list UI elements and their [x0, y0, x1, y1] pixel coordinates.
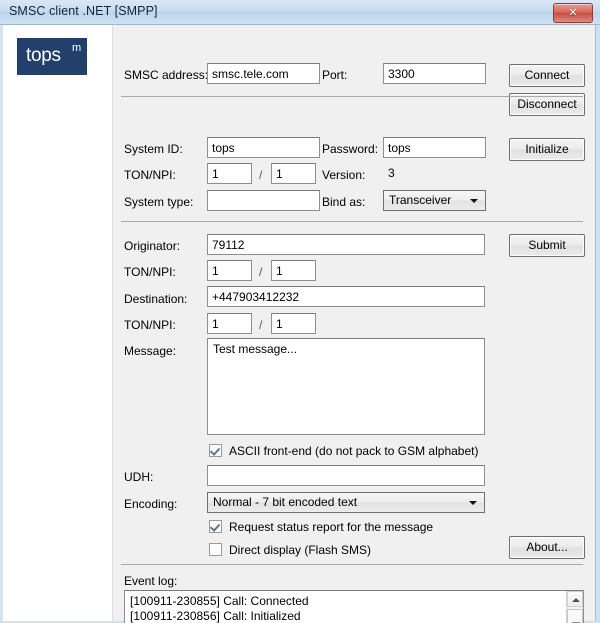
destination-ton-input[interactable]: 1 — [207, 313, 252, 334]
bind-as-label: Bind as: — [322, 195, 366, 209]
scroll-up-arrow-icon[interactable] — [567, 591, 583, 607]
destination-npi-input[interactable]: 1 — [271, 313, 316, 334]
bind-tonnpi-label: TON/NPI: — [124, 168, 176, 182]
originator-ton-input[interactable]: 1 — [207, 260, 252, 281]
window-title: SMSC client .NET [SMPP] — [9, 4, 158, 18]
submit-button[interactable]: Submit — [509, 234, 585, 257]
originator-npi-input[interactable]: 1 — [271, 260, 316, 281]
originator-input[interactable]: 79112 — [207, 234, 485, 255]
about-button[interactable]: About... — [509, 536, 585, 559]
separator-3 — [121, 564, 583, 565]
connect-button[interactable]: Connect — [509, 64, 585, 87]
chevron-down-icon — [470, 199, 478, 203]
chevron-down-icon — [469, 501, 477, 505]
event-log-line: [100911-230855] Call: Connected — [130, 594, 309, 608]
event-log-box[interactable]: [100911-230855] Call: Connected [100911-2… — [124, 590, 584, 623]
version-label: Version: — [322, 168, 366, 182]
event-log-line: [100911-230856] Call: Initialized — [130, 609, 301, 623]
event-log-label: Event log: — [124, 574, 178, 588]
status-report-checkbox[interactable] — [209, 520, 222, 533]
flash-sms-label: Direct display (Flash SMS) — [229, 543, 372, 557]
tops-logo: tops m — [17, 38, 87, 75]
window-frame-right — [596, 25, 600, 623]
bind-tonnpi-separator: / — [259, 168, 263, 182]
separator-1 — [121, 96, 583, 97]
system-id-input[interactable]: tops — [207, 137, 320, 158]
sidebar: tops m SMSC client .NET — [3, 25, 113, 621]
system-id-label: System ID: — [124, 142, 183, 156]
smsc-address-input[interactable]: smsc.tele.com — [207, 63, 320, 84]
ascii-front-end-checkbox[interactable] — [209, 444, 222, 457]
destination-tonnpi-separator: / — [259, 318, 263, 332]
event-log-lines: [100911-230855] Call: Connected [100911-2… — [125, 594, 565, 623]
message-textarea[interactable]: Test message... — [207, 338, 485, 435]
title-bar: SMSC client .NET [SMPP] ✕ — [0, 0, 600, 25]
password-label: Password: — [322, 142, 379, 156]
close-icon: ✕ — [568, 7, 578, 19]
flash-sms-checkbox[interactable] — [209, 543, 222, 556]
scrollbar-thumb[interactable] — [567, 609, 583, 623]
encoding-label: Encoding: — [124, 497, 178, 511]
destination-label: Destination: — [124, 292, 188, 306]
originator-tonnpi-separator: / — [259, 265, 263, 279]
bind-as-select[interactable]: Transceiver — [383, 190, 486, 211]
version-value[interactable]: 3 — [383, 163, 486, 184]
smsc-address-label: SMSC address: — [124, 68, 209, 82]
app-window: SMSC client .NET [SMPP] ✕ tops m SMSC cl… — [0, 0, 600, 623]
encoding-selected-value: Normal - 7 bit encoded text — [213, 495, 358, 509]
encoding-select[interactable]: Normal - 7 bit encoded text — [207, 492, 485, 513]
destination-input[interactable]: +447903412232 — [207, 286, 485, 307]
bind-npi-input[interactable]: 1 — [271, 163, 316, 184]
main-panel: SMSC address: smsc.tele.com Port: 3300 C… — [113, 25, 595, 623]
udh-label: UDH: — [124, 470, 154, 484]
port-label: Port: — [322, 68, 348, 82]
event-log-scrollbar[interactable] — [566, 591, 583, 623]
message-label: Message: — [124, 344, 177, 358]
originator-label: Originator: — [124, 239, 181, 253]
originator-tonnpi-label: TON/NPI: — [124, 265, 176, 279]
close-button[interactable]: ✕ — [553, 3, 593, 23]
destination-tonnpi-label: TON/NPI: — [124, 318, 176, 332]
logo-text: tops — [26, 45, 61, 66]
system-type-label: System type: — [124, 195, 194, 209]
bind-as-selected-value: Transceiver — [389, 193, 452, 207]
separator-2 — [121, 221, 583, 222]
ascii-front-end-label: ASCII front-end (do not pack to GSM alph… — [229, 444, 479, 458]
udh-input[interactable] — [207, 465, 485, 486]
bind-ton-input[interactable]: 1 — [207, 163, 252, 184]
password-input[interactable]: tops — [383, 137, 486, 158]
port-input[interactable]: 3300 — [383, 63, 486, 84]
initialize-button[interactable]: Initialize — [509, 138, 585, 161]
status-report-label: Request status report for the message — [229, 520, 434, 534]
system-type-input[interactable] — [207, 190, 320, 211]
logo-superscript: m — [72, 42, 82, 54]
